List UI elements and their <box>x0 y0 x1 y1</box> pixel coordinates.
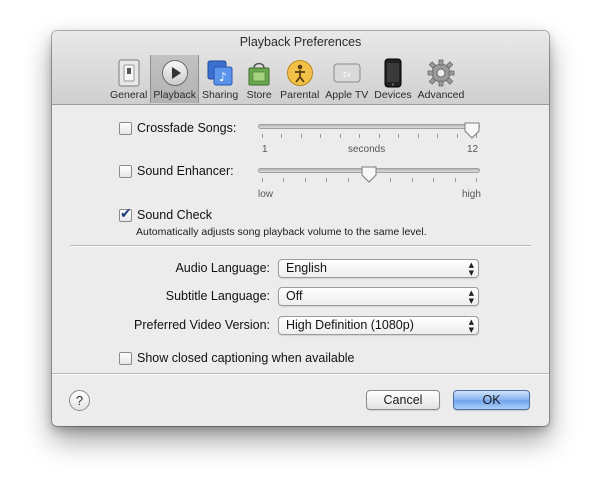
enhancer-row: Sound Enhancer: <box>119 164 234 178</box>
slider-tick <box>417 134 419 138</box>
tab-general[interactable]: General <box>107 55 150 103</box>
slider-tick <box>339 134 341 138</box>
preferences-toolbar: General Playback ♪ Sharing Store Parenta… <box>107 55 467 103</box>
general-icon <box>114 58 144 88</box>
tab-devices-label: Devices <box>374 89 412 101</box>
video-version-popup[interactable]: High Definition (1080p) ▲ ▼ <box>278 316 479 335</box>
slider-tick <box>454 178 456 182</box>
slider-tick <box>283 178 285 182</box>
tab-apple-tv[interactable]: tv Apple TV <box>322 55 371 103</box>
slider-tick <box>476 178 477 182</box>
slider-tick <box>411 178 413 182</box>
enhancer-slider-thumb[interactable] <box>361 166 377 183</box>
slider-tick <box>347 178 349 182</box>
tab-playback-label: Playback <box>153 89 196 101</box>
slider-tick <box>326 178 328 182</box>
sharing-icon: ♪ <box>205 58 235 88</box>
video-version-value: High Definition (1080p) <box>286 318 414 332</box>
iphone-icon <box>378 58 408 88</box>
slider-tick <box>437 134 439 138</box>
sound-check-description: Automatically adjusts song playback volu… <box>136 226 427 238</box>
store-bag-icon <box>244 58 274 88</box>
tab-parental[interactable]: Parental <box>277 55 322 103</box>
slider-tick <box>359 134 361 138</box>
svg-text:♪: ♪ <box>219 70 227 84</box>
captions-label: Show closed captioning when available <box>137 351 355 365</box>
captions-checkbox[interactable] <box>119 351 132 365</box>
slider-tick <box>304 178 306 182</box>
cancel-button[interactable]: Cancel <box>366 390 440 410</box>
preferences-window: Playback Preferences General Playback ♪ … <box>52 31 549 426</box>
crossfade-unit-label: seconds <box>348 144 386 155</box>
bottom-divider <box>52 373 549 374</box>
enhancer-checkbox[interactable] <box>119 164 132 178</box>
tab-devices[interactable]: Devices <box>371 55 414 103</box>
subtitle-language-value: Off <box>286 289 303 303</box>
crossfade-slider[interactable] <box>258 124 480 129</box>
gear-icon <box>426 58 456 88</box>
slider-tick <box>398 134 400 138</box>
popup-arrows-icon: ▲ ▼ <box>468 289 474 305</box>
crossfade-max-label: 12 <box>467 144 479 155</box>
title-bar: Playback Preferences General Playback ♪ … <box>52 31 549 105</box>
sound-check-label: Sound Check <box>137 208 213 222</box>
subtitle-language-popup[interactable]: Off ▲ ▼ <box>278 287 479 306</box>
tab-store-label: Store <box>246 89 272 101</box>
slider-tick <box>262 178 263 182</box>
tab-advanced-label: Advanced <box>417 89 465 101</box>
slider-tick <box>262 134 263 138</box>
enhancer-max-label: high <box>462 189 481 200</box>
play-icon <box>160 58 190 88</box>
subtitle-language-label: Subtitle Language: <box>165 289 270 303</box>
section-divider <box>70 245 531 246</box>
window-title: Playback Preferences <box>239 35 362 49</box>
help-button[interactable]: ? <box>69 390 90 411</box>
audio-language-popup[interactable]: English ▲ ▼ <box>278 259 479 278</box>
slider-tick <box>433 178 435 182</box>
crossfade-label: Crossfade Songs: <box>137 121 237 135</box>
audio-language-label: Audio Language: <box>175 261 270 275</box>
crossfade-slider-thumb[interactable] <box>464 122 480 139</box>
tab-parental-label: Parental <box>280 89 320 101</box>
slider-tick <box>300 134 302 138</box>
enhancer-min-label: low <box>258 189 274 200</box>
tab-general-label: General <box>110 89 148 101</box>
sound-check-row: Sound Check <box>119 206 213 222</box>
slider-tick <box>456 134 458 138</box>
crossfade-checkbox[interactable] <box>119 121 132 135</box>
slider-tick <box>390 178 392 182</box>
tab-sharing-label: Sharing <box>201 89 239 101</box>
tab-apple-tv-label: Apple TV <box>325 89 369 101</box>
tab-sharing[interactable]: ♪ Sharing <box>199 55 241 103</box>
sound-check-checkbox[interactable] <box>119 206 132 222</box>
slider-tick <box>320 134 322 138</box>
svg-text:tv: tv <box>343 70 351 79</box>
apple-tv-icon: tv <box>332 58 362 88</box>
tab-advanced[interactable]: Advanced <box>415 55 468 103</box>
popup-arrows-icon: ▲ ▼ <box>468 261 474 277</box>
enhancer-label: Sound Enhancer: <box>137 164 234 178</box>
tab-playback[interactable]: Playback <box>150 55 199 103</box>
audio-language-value: English <box>286 261 327 275</box>
tab-store[interactable]: Store <box>241 55 277 103</box>
ok-button[interactable]: OK <box>453 390 530 410</box>
slider-tick <box>378 134 380 138</box>
slider-tick <box>281 134 283 138</box>
crossfade-row: Crossfade Songs: <box>119 121 236 135</box>
popup-arrows-icon: ▲ ▼ <box>468 318 474 334</box>
crossfade-min-label: 1 <box>262 144 268 155</box>
video-version-label: Preferred Video Version: <box>134 318 270 332</box>
parental-icon <box>285 58 315 88</box>
captions-row: Show closed captioning when available <box>119 351 355 365</box>
